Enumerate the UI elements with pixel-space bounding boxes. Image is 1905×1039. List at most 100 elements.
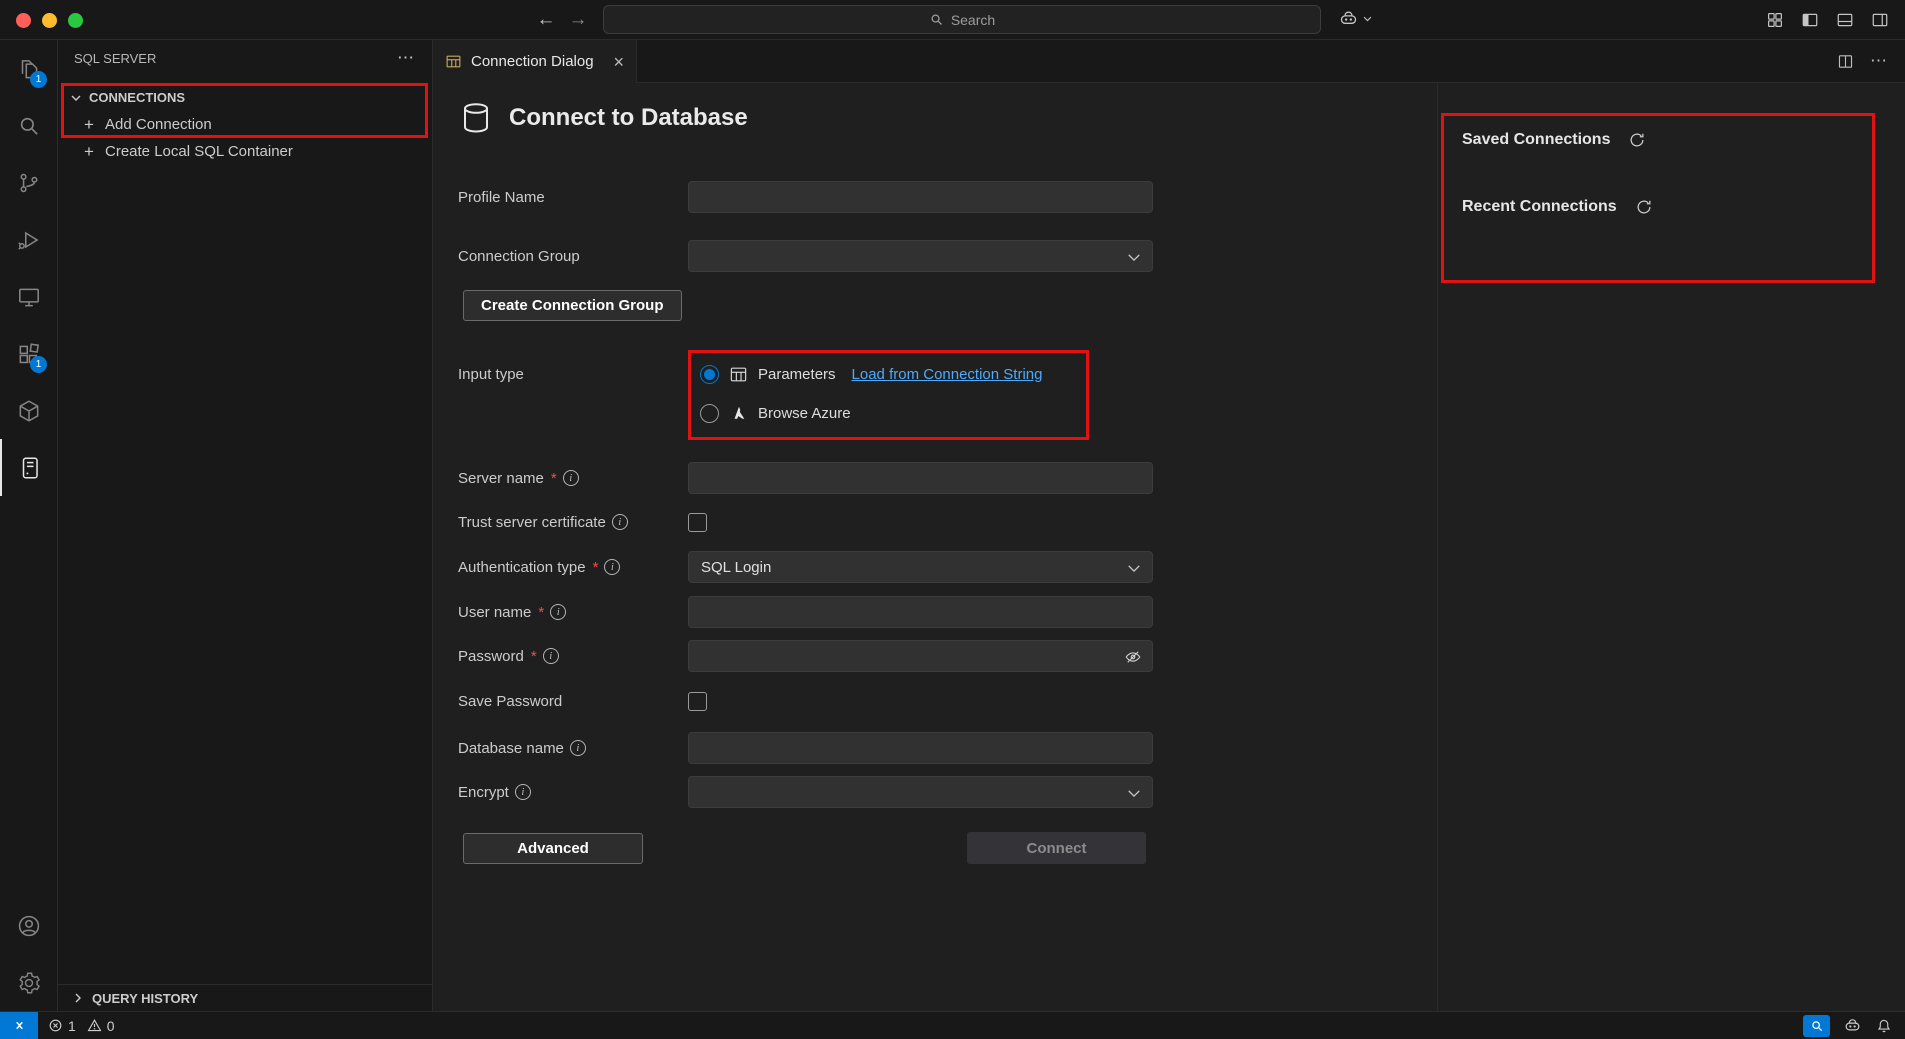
source-control-icon[interactable] <box>0 154 57 211</box>
toggle-sidebar-icon[interactable] <box>1801 11 1819 29</box>
page-title: Connect to Database <box>509 104 748 132</box>
zoom-status-icon[interactable] <box>1803 1015 1830 1037</box>
parameters-table-icon <box>729 365 748 384</box>
minimize-window-button[interactable] <box>42 13 57 28</box>
copilot-icon <box>1338 8 1359 29</box>
tab-connection-dialog[interactable]: Connection Dialog × <box>433 40 637 83</box>
auth-type-select[interactable]: SQL Login <box>688 551 1153 583</box>
load-connection-string-link[interactable]: Load from Connection String <box>852 366 1043 383</box>
info-icon: i <box>543 648 559 664</box>
chevron-down-icon <box>1127 252 1141 263</box>
chevron-down-icon <box>1127 563 1141 574</box>
copilot-status-icon[interactable] <box>1843 1016 1862 1035</box>
run-debug-icon[interactable] <box>0 211 57 268</box>
browse-azure-radio[interactable] <box>700 404 719 423</box>
connections-section-header[interactable]: CONNECTIONS <box>58 84 432 111</box>
remote-explorer-icon[interactable] <box>0 268 57 325</box>
chevron-right-icon <box>70 990 86 1006</box>
copilot-menu-button[interactable] <box>1338 8 1373 29</box>
database-name-label: Database name i <box>458 740 688 757</box>
extensions-icon[interactable]: 1 <box>0 325 57 382</box>
server-name-input[interactable] <box>688 462 1153 494</box>
settings-gear-icon[interactable] <box>0 954 57 1011</box>
plus-icon: + <box>82 142 96 162</box>
notifications-bell-icon[interactable] <box>1875 1017 1893 1035</box>
toggle-secondary-sidebar-icon[interactable] <box>1871 11 1889 29</box>
search-input[interactable]: Search <box>603 5 1321 34</box>
back-icon[interactable]: ← <box>533 7 559 33</box>
info-icon: i <box>604 559 620 575</box>
trust-cert-label: Trust server certificate i <box>458 514 688 531</box>
titlebar: ← → Search <box>0 0 1905 40</box>
containers-icon[interactable] <box>0 382 57 439</box>
advanced-button[interactable]: Advanced <box>463 833 643 864</box>
sql-server-view-icon[interactable] <box>0 439 57 496</box>
auth-type-row: Authentication type* i SQL Login <box>458 551 1153 583</box>
toggle-panel-icon[interactable] <box>1836 11 1854 29</box>
profile-name-input[interactable] <box>688 181 1153 213</box>
connection-group-select[interactable] <box>688 240 1153 272</box>
save-password-row: Save Password <box>458 685 707 717</box>
remote-indicator[interactable] <box>0 1012 38 1039</box>
explorer-icon[interactable]: 1 <box>0 40 57 97</box>
sidebar: SQL SERVER ⋯ CONNECTIONS + Add Connectio… <box>58 40 433 1011</box>
save-password-checkbox[interactable] <box>688 692 707 711</box>
connect-button[interactable]: Connect <box>967 832 1146 864</box>
info-icon: i <box>515 784 531 800</box>
trust-cert-checkbox[interactable] <box>688 513 707 532</box>
add-connection-item[interactable]: + Add Connection <box>58 111 432 138</box>
connection-dialog-icon <box>445 53 462 70</box>
encrypt-select[interactable] <box>688 776 1153 808</box>
search-view-icon[interactable] <box>0 97 57 154</box>
error-count: 1 <box>68 1018 76 1034</box>
connections-panel: Saved Connections Recent Connections <box>1437 83 1905 1011</box>
close-window-button[interactable] <box>16 13 31 28</box>
saved-connections-row: Saved Connections <box>1462 126 1646 154</box>
warning-count: 0 <box>107 1018 115 1034</box>
database-name-row: Database name i <box>458 732 1153 764</box>
parameters-radio[interactable] <box>700 365 719 384</box>
close-icon[interactable]: × <box>613 54 624 70</box>
error-icon <box>48 1018 63 1033</box>
sidebar-title: SQL SERVER <box>74 51 156 66</box>
more-actions-icon[interactable]: ⋯ <box>397 48 416 68</box>
encrypt-row: Encrypt i <box>458 776 1153 808</box>
connection-dialog-webview: Connect to Database Profile Name Connect… <box>433 83 1905 1011</box>
database-name-input[interactable] <box>688 732 1153 764</box>
trust-cert-row: Trust server certificate i <box>458 506 707 538</box>
query-history-section-header[interactable]: QUERY HISTORY <box>58 984 432 1011</box>
refresh-icon[interactable] <box>1628 131 1646 149</box>
parameters-radio-row: Parameters Load from Connection String <box>700 358 1042 390</box>
parameters-label[interactable]: Parameters <box>758 366 836 383</box>
user-name-label: User name* i <box>458 604 688 621</box>
more-actions-icon[interactable]: ⋯ <box>1870 51 1889 71</box>
accounts-icon[interactable] <box>0 897 57 954</box>
create-local-sql-container-item[interactable]: + Create Local SQL Container <box>58 138 432 165</box>
browse-azure-label[interactable]: Browse Azure <box>758 405 851 422</box>
chevron-down-icon <box>68 90 84 106</box>
tab-bar: Connection Dialog × ⋯ <box>433 40 1905 83</box>
database-icon <box>458 100 494 136</box>
refresh-icon[interactable] <box>1635 198 1653 216</box>
password-input[interactable] <box>688 640 1153 672</box>
toggle-password-visibility-icon[interactable] <box>1124 648 1142 666</box>
chevron-down-icon <box>1362 13 1373 24</box>
connection-group-row: Connection Group <box>458 240 1153 272</box>
auth-type-label: Authentication type* i <box>458 559 688 576</box>
user-name-input[interactable] <box>688 596 1153 628</box>
explorer-badge: 1 <box>30 71 47 88</box>
input-type-row: Input type <box>458 358 688 390</box>
saved-connections-label: Saved Connections <box>1462 131 1610 149</box>
create-connection-group-button[interactable]: Create Connection Group <box>463 290 682 321</box>
forward-icon[interactable]: → <box>565 7 591 33</box>
window-controls <box>16 13 83 28</box>
problems-indicator[interactable]: 1 0 <box>48 1018 115 1034</box>
browse-azure-radio-row: Browse Azure <box>700 397 851 429</box>
info-icon: i <box>570 740 586 756</box>
save-password-label: Save Password <box>458 693 688 710</box>
chevron-down-icon <box>1127 788 1141 799</box>
customize-layout-icon[interactable] <box>1766 11 1784 29</box>
password-row: Password* i <box>458 640 1153 672</box>
split-editor-icon[interactable] <box>1837 53 1854 70</box>
maximize-window-button[interactable] <box>68 13 83 28</box>
